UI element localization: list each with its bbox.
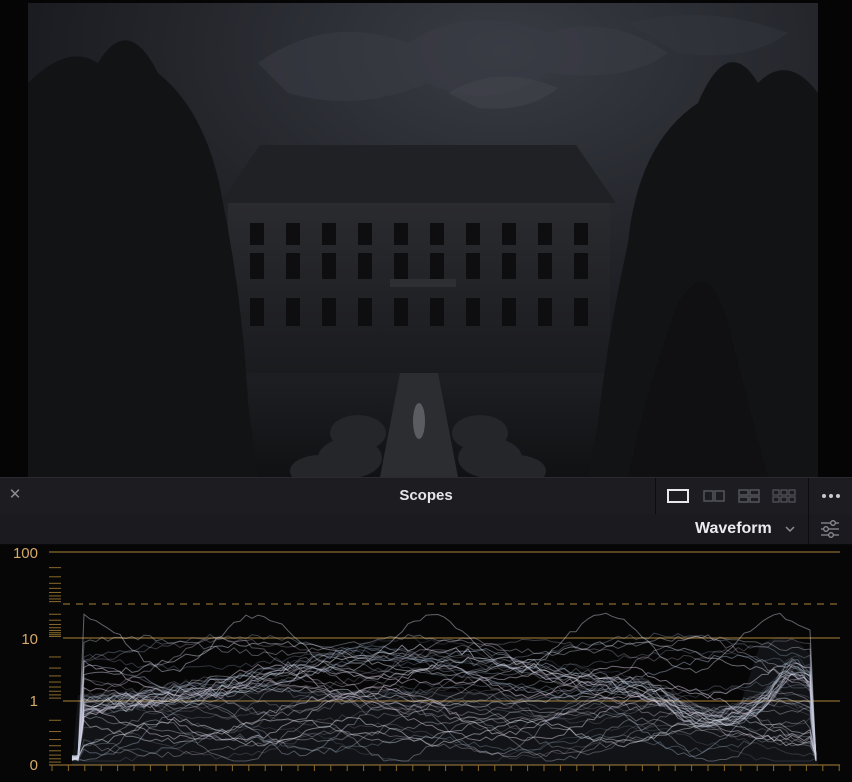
- close-icon[interactable]: ✕: [8, 486, 22, 504]
- scopes-toolbar: Waveform: [0, 514, 852, 545]
- scope-type-label: Waveform: [695, 520, 772, 537]
- settings-sliders-icon[interactable]: [816, 517, 844, 541]
- single-view-icon[interactable]: [665, 486, 691, 506]
- viewer-panel: [0, 0, 852, 477]
- more-options-icon[interactable]: [818, 486, 844, 506]
- waveform-scope: 100 10 1 0: [0, 545, 852, 782]
- header-divider: [655, 478, 656, 514]
- waveform-traces: [71, 612, 818, 765]
- dual-view-icon[interactable]: [701, 486, 727, 506]
- header-divider: [808, 478, 809, 514]
- multi-view-icon[interactable]: [771, 486, 797, 506]
- toolbar-divider: [808, 514, 809, 544]
- quad-view-icon[interactable]: [736, 486, 762, 506]
- chevron-down-icon: [785, 526, 795, 533]
- viewer-image: [28, 3, 818, 477]
- scopes-panel-header: ✕ Scopes: [0, 477, 852, 515]
- scope-type-dropdown[interactable]: Waveform: [688, 516, 806, 542]
- waveform-plot: [49, 551, 840, 771]
